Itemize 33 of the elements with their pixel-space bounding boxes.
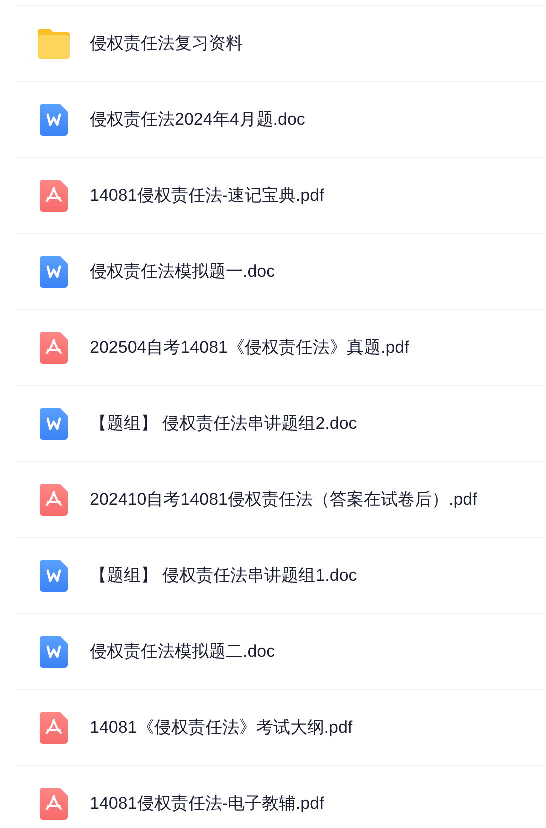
file-row[interactable]: 侵权责任法模拟题一.doc (18, 234, 546, 310)
word-document-icon (40, 408, 68, 440)
file-name: 侵权责任法复习资料 (90, 32, 243, 55)
pdf-document-icon (40, 484, 68, 516)
file-name: 14081侵权责任法-电子教辅.pdf (90, 792, 324, 815)
file-name: 侵权责任法模拟题二.doc (90, 640, 276, 663)
file-name: 14081侵权责任法-速记宝典.pdf (90, 184, 324, 207)
file-row[interactable]: 【题组】 侵权责任法串讲题组1.doc (18, 538, 546, 614)
folder-icon (36, 28, 72, 60)
file-row[interactable]: 14081《侵权责任法》考试大纲.pdf (18, 690, 546, 766)
word-document-icon (40, 560, 68, 592)
file-row[interactable]: 侵权责任法复习资料 (18, 6, 546, 82)
file-name: 202410自考14081侵权责任法（答案在试卷后）.pdf (90, 488, 478, 511)
word-document-icon (40, 104, 68, 136)
file-row[interactable]: 202504自考14081《侵权责任法》真题.pdf (18, 310, 546, 386)
pdf-document-icon (40, 332, 68, 364)
file-row[interactable]: 202410自考14081侵权责任法（答案在试卷后）.pdf (18, 462, 546, 538)
pdf-document-icon (40, 180, 68, 212)
file-name: 202504自考14081《侵权责任法》真题.pdf (90, 336, 410, 359)
file-name: 14081《侵权责任法》考试大纲.pdf (90, 716, 353, 739)
word-document-icon (40, 256, 68, 288)
file-name: 侵权责任法模拟题一.doc (90, 260, 276, 283)
file-row[interactable]: 14081侵权责任法-电子教辅.pdf (18, 766, 546, 828)
word-document-icon (40, 636, 68, 668)
file-row[interactable]: 【题组】 侵权责任法串讲题组2.doc (18, 386, 546, 462)
file-row[interactable]: 侵权责任法模拟题二.doc (18, 614, 546, 690)
file-name: 【题组】 侵权责任法串讲题组1.doc (90, 564, 358, 587)
file-row[interactable]: 14081侵权责任法-速记宝典.pdf (18, 158, 546, 234)
file-name: 侵权责任法2024年4月题.doc (90, 108, 306, 131)
pdf-document-icon (40, 712, 68, 744)
file-row[interactable]: 侵权责任法2024年4月题.doc (18, 82, 546, 158)
pdf-document-icon (40, 788, 68, 820)
file-name: 【题组】 侵权责任法串讲题组2.doc (90, 412, 358, 435)
